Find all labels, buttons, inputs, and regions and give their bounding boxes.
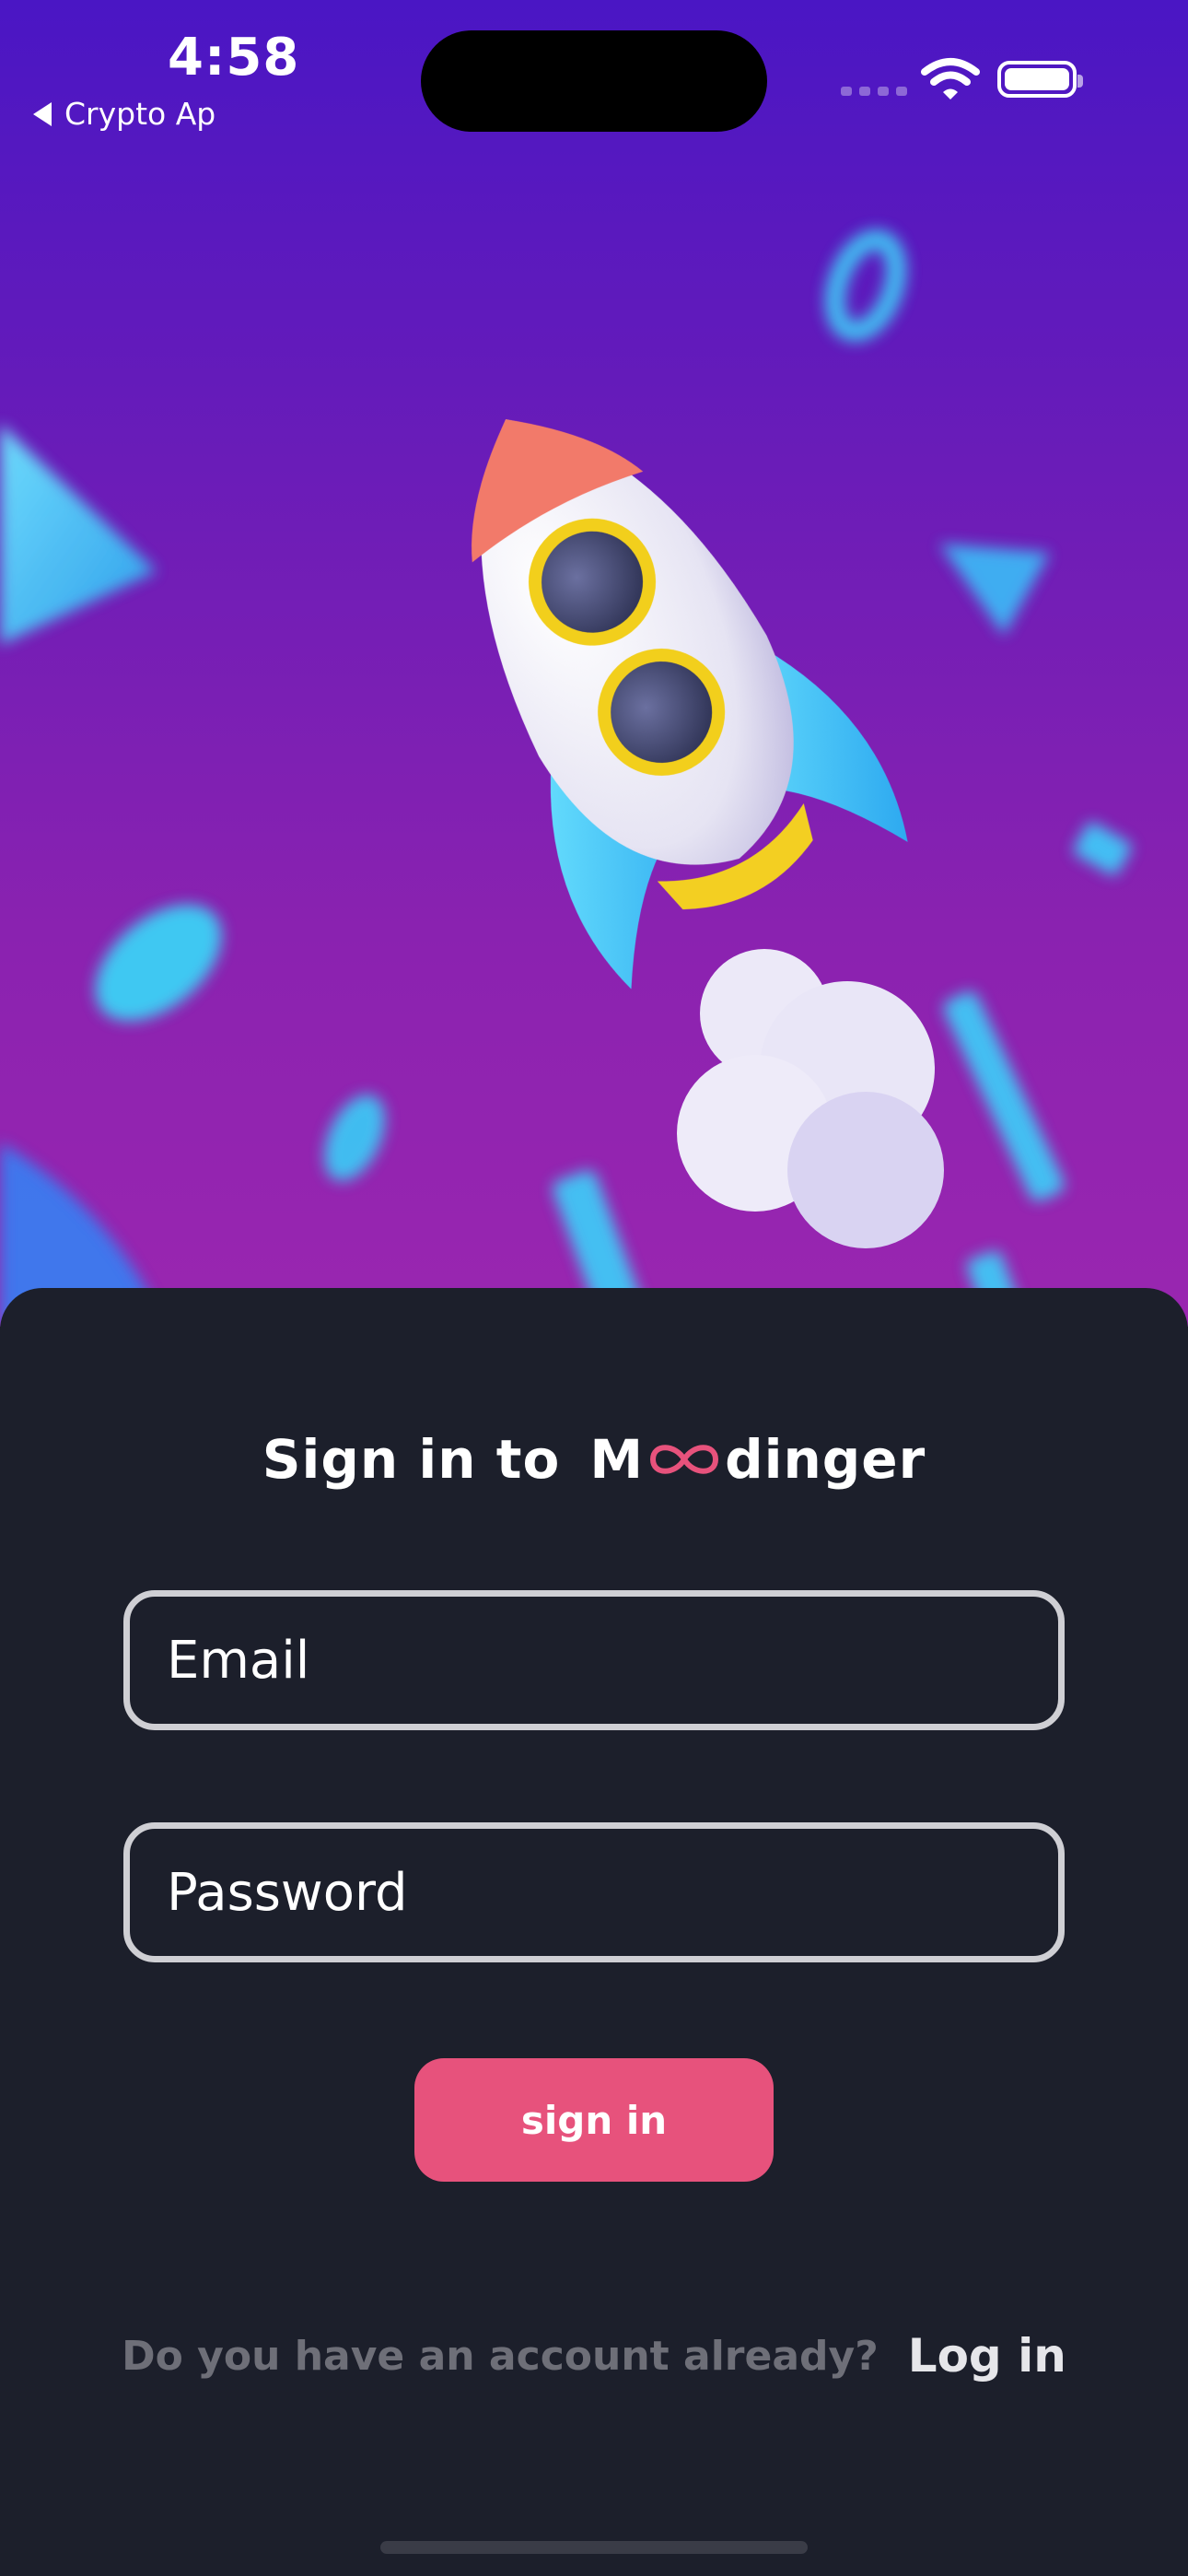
footer-question: Do you have an account already?: [122, 2332, 879, 2380]
title-prefix: Sign in to: [262, 1428, 561, 1491]
password-field[interactable]: [123, 1822, 1065, 1962]
status-time: 4:58: [168, 28, 300, 88]
signal-icon: [841, 87, 907, 96]
dynamic-island: [421, 30, 767, 132]
battery-icon: [997, 61, 1083, 98]
infinity-icon: [650, 1445, 719, 1474]
sign-in-button[interactable]: sign in: [414, 2058, 774, 2182]
wifi-icon: [921, 58, 980, 100]
back-label: Crypto Ap: [64, 96, 216, 132]
log-in-link[interactable]: Log in: [908, 2329, 1066, 2383]
hero-banner: 4:58 Crypto Ap: [0, 0, 1188, 1327]
brand-logo: M dinger: [589, 1428, 926, 1491]
back-arrow-icon: [33, 101, 52, 126]
brand-first-letter: M: [589, 1428, 645, 1491]
home-indicator[interactable]: [380, 2541, 808, 2554]
back-to-app-button[interactable]: Crypto Ap: [33, 96, 215, 132]
rocket-illustration: [0, 229, 1132, 1327]
sign-in-title: Sign in to M dinger: [0, 1428, 1188, 1491]
email-field[interactable]: [123, 1590, 1065, 1730]
brand-rest: dinger: [725, 1428, 926, 1491]
account-footer: Do you have an account already? Log in: [0, 2329, 1188, 2383]
